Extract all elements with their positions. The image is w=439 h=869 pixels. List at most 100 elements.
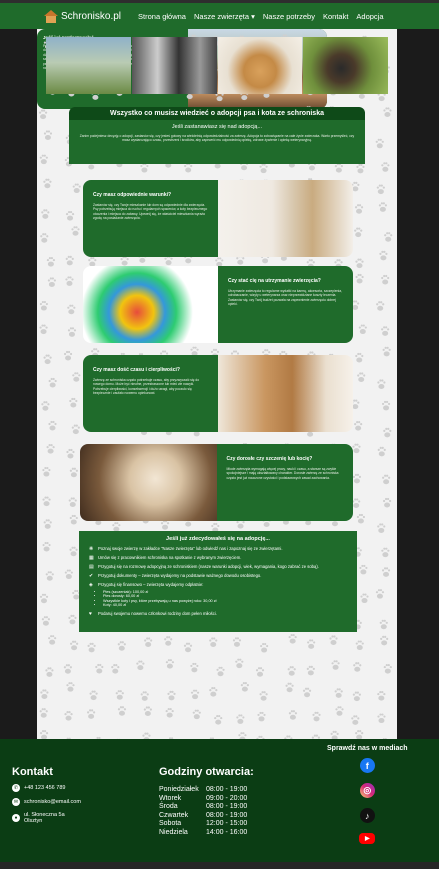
address-text: ul. Słoneczna 5a Olsztyn (24, 812, 65, 824)
phone-text: +48 123 456 789 (24, 785, 66, 791)
paw-print (383, 427, 392, 438)
paw-print (384, 232, 393, 242)
nav-contact[interactable]: Kontakt (323, 12, 348, 21)
paw-print (352, 443, 361, 454)
paw-print (381, 326, 390, 336)
brand-link[interactable]: Schronisko.pl (44, 9, 122, 23)
paw-print (312, 711, 321, 722)
info-block-patience: Czy masz dość czasu i cierpliwości? Zwie… (83, 355, 353, 432)
paw-print (164, 255, 173, 266)
step-text: Umów się z pracownikiem schroniska na sp… (98, 555, 242, 560)
nav-animals-dropdown[interactable]: Nasze zwierzęta ▾ (194, 12, 255, 21)
paw-print (376, 301, 385, 311)
hours-time: 12:00 - 15:00 (206, 820, 248, 827)
nav-adoption[interactable]: Adopcja (356, 12, 383, 21)
paw-print (72, 372, 81, 382)
paw-print (42, 496, 51, 507)
paw-print (257, 711, 266, 722)
paw-print (382, 346, 391, 357)
hours-time: 08:00 - 19:00 (206, 803, 248, 810)
brand-name: Schronisko.pl (61, 10, 122, 22)
step-item: ▤ Przygotuj się na rozmowę adopcyjną ze s… (89, 564, 347, 570)
paw-print (143, 706, 152, 716)
hero-photo-strip (46, 37, 388, 94)
paw-print (42, 466, 51, 477)
paw-print (375, 138, 384, 149)
paw-print (376, 184, 385, 195)
document-icon: ▤ (89, 564, 94, 570)
paw-print (65, 276, 74, 286)
hours-row: Sobota 12:00 - 15:00 (159, 820, 254, 829)
contact-heading: Kontakt (12, 766, 53, 778)
info-block-body: Utrzymanie zwierzęcia to regularne wydat… (228, 289, 342, 307)
paw-print (117, 706, 127, 716)
paw-print (235, 658, 244, 669)
hours-time: 08:00 - 19:00 (206, 786, 248, 793)
paw-print (89, 690, 98, 701)
paw-print (260, 642, 269, 653)
paw-print (383, 663, 392, 674)
paw-print (354, 421, 363, 431)
hours-time: 14:00 - 16:00 (206, 828, 248, 836)
paw-print (46, 443, 55, 454)
paw-print (360, 593, 369, 604)
paw-print (136, 660, 145, 671)
paw-print (69, 397, 78, 408)
info-block-costs: Czy stać cię na utrzymanie zwierzęcia? U… (83, 266, 353, 343)
hours-row: Poniedziałek 08:00 - 19:00 (159, 786, 254, 795)
nav-home[interactable]: Strona główna (138, 12, 186, 21)
info-block-text: Czy masz odpowiednie warunki? Zastanów s… (83, 180, 218, 257)
paw-print (43, 130, 53, 141)
paw-print (95, 663, 104, 674)
paw-print (144, 637, 153, 647)
paw-print (167, 690, 176, 701)
paw-print (378, 202, 388, 212)
paw-print (352, 473, 362, 484)
paw-print (216, 666, 225, 677)
hours-day: Czwartek (159, 811, 189, 819)
paw-print (65, 255, 74, 266)
nav-needs[interactable]: Nasze potrzeby (263, 12, 315, 21)
info-block-body: Zastanów się, czy Twoje mieszkanie lub d… (93, 203, 208, 221)
paw-print (302, 687, 312, 698)
step-text: Poznaj swoje zwierzę w zakładce "Nasze z… (98, 546, 283, 551)
paw-print (68, 614, 77, 625)
paw-print (355, 730, 364, 739)
hours-row: Czwartek 08:00 - 19:00 (159, 812, 254, 821)
paw-print (64, 569, 73, 580)
tiktok-icon[interactable]: ♪ (359, 808, 375, 823)
contact-phone[interactable]: ✆ +48 123 456 789 (12, 784, 81, 792)
info-block-text: Czy masz dość czasu i cierpliwości? Zwie… (83, 355, 218, 432)
youtube-icon[interactable]: ▶ (359, 833, 376, 844)
paw-print (87, 709, 96, 719)
paw-print (331, 660, 340, 670)
paw-print (45, 667, 54, 677)
paw-print (63, 350, 73, 361)
paw-print (287, 666, 296, 676)
facebook-icon[interactable]: f (359, 758, 375, 773)
paw-print (120, 255, 129, 266)
paw-print (383, 107, 392, 117)
check-icon: ✔ (89, 573, 94, 579)
paw-print (43, 519, 52, 529)
hero-photo-puppy (217, 37, 303, 94)
paw-print (192, 709, 201, 720)
instagram-icon[interactable]: ◎ (359, 783, 375, 798)
hero-photo-dog-1 (46, 37, 131, 94)
paw-print (48, 635, 57, 645)
paw-print (352, 498, 361, 508)
paw-print (87, 642, 96, 653)
paw-print (209, 637, 218, 648)
paw-print (357, 372, 366, 382)
paw-print (70, 640, 79, 651)
location-icon: ● (12, 814, 20, 822)
calendar-icon: ▦ (89, 555, 94, 561)
hours-heading: Godziny otwarcia: (159, 766, 254, 778)
footer-social: Sprawdź nas w mediach f ◎ ♪ ▶ (327, 745, 408, 854)
contact-email[interactable]: ✉ schronisko@email.com (12, 798, 81, 806)
paw-print (46, 256, 56, 267)
paw-print (39, 593, 49, 604)
address-line2: Olsztyn (24, 818, 43, 824)
paw-print (67, 304, 76, 315)
hours-day: Poniedziałek (159, 786, 199, 793)
